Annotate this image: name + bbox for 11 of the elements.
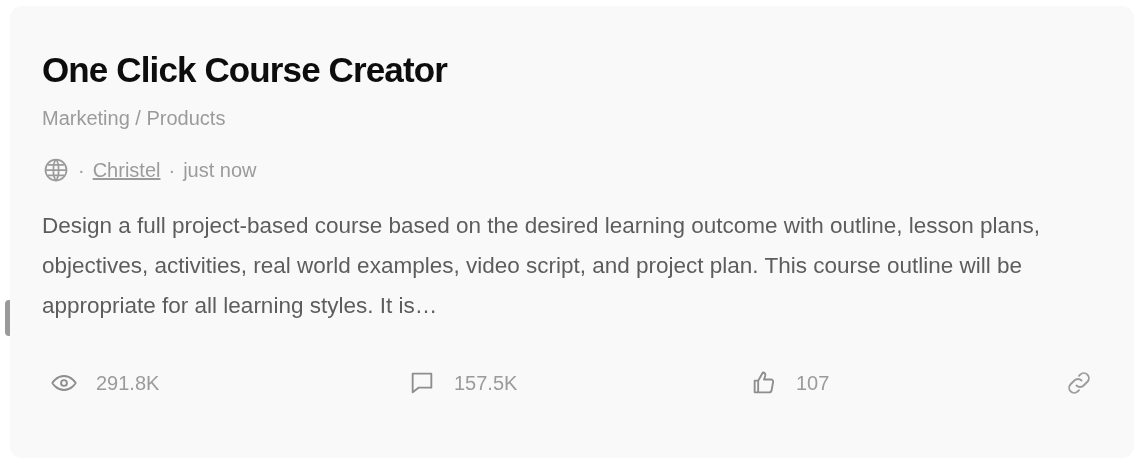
globe-icon bbox=[42, 156, 70, 184]
author-link[interactable]: Christel bbox=[92, 156, 161, 184]
description-text: Design a full project-based course based on the desired learning outcome with outline, lesson plans, objectives, activities, real world examples, video script, and project plan. This course outline will be appropriate for all learning styles. It is… bbox=[42, 212, 1042, 320]
separator-dot: · bbox=[168, 158, 176, 183]
separator-dot: · bbox=[78, 158, 85, 183]
stat-count: 291.8K bbox=[96, 371, 160, 396]
stat-count: 107 bbox=[796, 371, 830, 396]
card-title: One Click Course Creator bbox=[42, 50, 449, 90]
timestamp: just now bbox=[183, 158, 257, 183]
category-text: Marketing / Products bbox=[42, 106, 227, 131]
stat-count: 157.5K bbox=[454, 371, 518, 396]
